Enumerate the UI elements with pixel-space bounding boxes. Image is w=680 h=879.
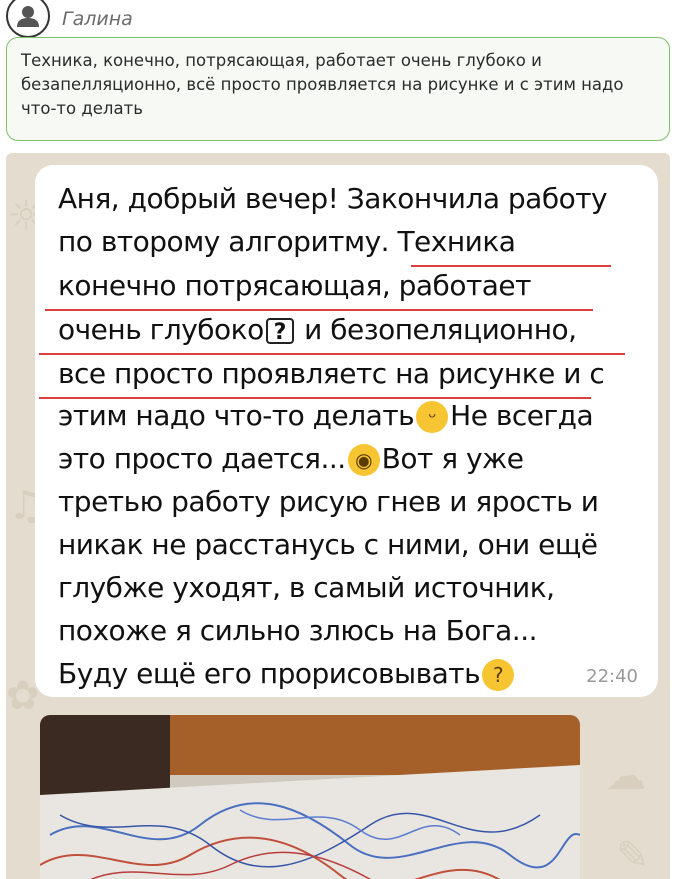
comment-text-box: Техника, конечно, потрясающая, работает … — [6, 37, 670, 141]
message-line: конечно потрясающая, работает — [58, 269, 531, 302]
message-text: Не всегда — [450, 399, 594, 432]
message-line: все просто проявляетс на рисунке и с — [58, 357, 605, 390]
message-line: третью работу рисую гнев и ярость и — [58, 485, 599, 518]
comment-header: Галина — [4, 0, 304, 40]
message-time: 22:40 — [586, 666, 638, 687]
message-text: Буду ещё его прорисовывать — [58, 657, 481, 690]
message-text: это просто дается... — [58, 442, 346, 475]
message-bubble: Аня, добрый вечер! Закончила работу по в… — [35, 165, 658, 697]
message-text: Вот я уже — [381, 442, 524, 475]
background-doodle: ✎ — [616, 833, 650, 879]
background-doodle: ☁ — [606, 753, 646, 799]
author-name[interactable]: Галина — [62, 8, 133, 30]
drawing-photo — [40, 715, 580, 879]
message-line: Буду ещё его прорисовывать? — [58, 657, 516, 691]
message-line: этим надо что-то делать ᵕ Не всегда — [58, 399, 594, 433]
red-underline — [39, 353, 625, 355]
comment-text: Техника, конечно, потрясающая, работает … — [21, 51, 624, 118]
message-text: и безопеляционно, — [304, 313, 577, 346]
avatar[interactable] — [6, 0, 50, 38]
message-text: этим надо что-то делать — [58, 399, 415, 432]
message-line: похоже я сильно злюсь на Бога... — [58, 614, 538, 647]
thinking-face-icon: ? — [482, 659, 515, 691]
message-line: это просто дается... ◉ Вот я уже — [58, 442, 524, 476]
red-underline — [411, 265, 611, 267]
question-box-icon: ? — [265, 318, 294, 345]
user-icon — [17, 6, 39, 27]
message-text: очень глубоко — [58, 313, 264, 346]
message-line: очень глубоко? и безопеляционно, — [58, 313, 577, 346]
red-underline — [45, 309, 593, 311]
message-line: глубже уходят, в самый источник, — [58, 571, 555, 604]
message-line: по второму алгоритму. Техника — [58, 225, 516, 258]
flushed-face-icon: ◉ — [347, 444, 380, 476]
grinning-face-icon: ᵕ — [416, 401, 449, 433]
attached-photo[interactable] — [40, 715, 580, 879]
chat-screenshot: ☼ ♫ ✿ ☁ ✎ Аня, добрый вечер! Закончила р… — [6, 153, 670, 879]
message-line: Аня, добрый вечер! Закончила работу — [58, 182, 608, 215]
message-line: никак не расстанусь с ними, они ещё — [58, 528, 598, 561]
